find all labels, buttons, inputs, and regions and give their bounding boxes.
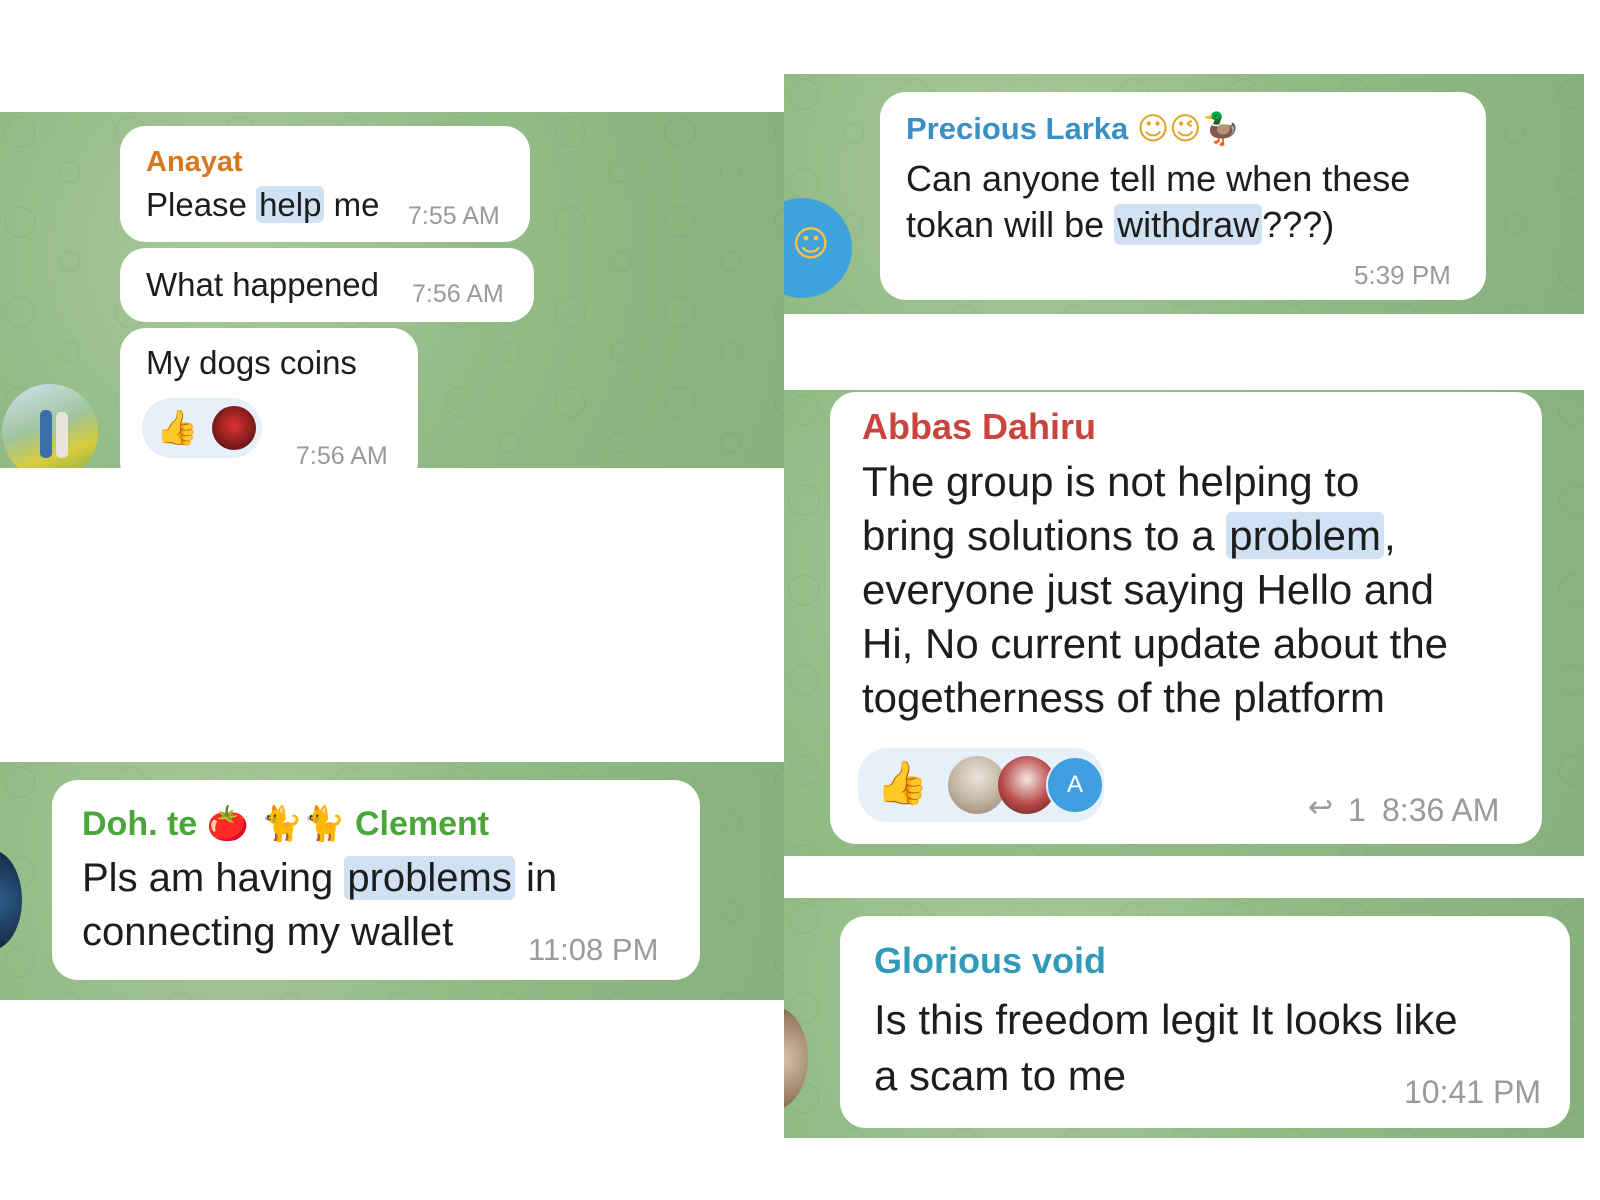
avatar-person — [40, 410, 52, 458]
message-text: What happened — [146, 266, 380, 303]
message-text: connecting my wallet — [82, 910, 454, 954]
message-bubble[interactable]: My dogs coins 👍 7:56 AM — [120, 328, 418, 468]
sender-emoji: 🍅 🐈🐈 — [206, 804, 346, 844]
avatar[interactable] — [784, 1006, 808, 1110]
sender-name[interactable]: Doh. te 🍅 🐈🐈 Clement — [82, 804, 489, 844]
chat-panel-abbas: Abbas Dahiru The group is not helping to… — [784, 390, 1584, 856]
message-text: Please help me — [146, 186, 379, 224]
text-segment: me — [324, 186, 380, 223]
sender-name-text: Precious Larka — [906, 111, 1129, 146]
message-text: everyone just saying Hello and — [862, 566, 1435, 613]
message-text: a scam to me — [874, 1052, 1127, 1099]
avatar-person — [56, 412, 68, 458]
message-text: Pls am having problems in — [82, 856, 557, 901]
message-bubble[interactable]: Glorious void Is this freedom legit It l… — [840, 916, 1570, 1128]
text-segment: bring solutions to a — [862, 512, 1227, 559]
chat-panel-precious: ☺ Precious Larka ☺😉🦆 Can anyone tell me … — [784, 74, 1584, 314]
text-segment: Pls am having — [82, 856, 345, 900]
avatar[interactable]: ☺ — [784, 198, 852, 298]
search-highlight: problems — [344, 856, 515, 900]
sender-name-text: Doh. te — [82, 805, 198, 843]
reply-arrow-icon[interactable]: ↩ — [1308, 790, 1333, 825]
search-highlight: help — [256, 186, 325, 223]
message-bubble[interactable]: Anayat Please help me 7:55 AM — [120, 126, 530, 242]
message-time: 7:55 AM — [408, 202, 500, 230]
search-highlight: problem — [1226, 512, 1384, 559]
message-text: The group is not helping to — [862, 458, 1360, 505]
message-time: 10:41 PM — [1404, 1074, 1541, 1110]
search-highlight: withdraw — [1114, 204, 1263, 245]
text-segment: , — [1383, 512, 1396, 559]
chat-panel-anayat: Anayat Please help me 7:55 AM What happe… — [0, 112, 784, 468]
sender-name[interactable]: Glorious void — [874, 940, 1106, 982]
message-bubble[interactable]: Abbas Dahiru The group is not helping to… — [830, 392, 1542, 844]
sender-name-text: Clement — [354, 805, 490, 843]
sender-name[interactable]: Anayat — [146, 146, 243, 179]
message-time: 7:56 AM — [296, 442, 388, 468]
chat-panel-doh: Doh. te 🍅 🐈🐈 Clement Pls am having probl… — [0, 762, 784, 1000]
reactor-avatar-letter: A — [1046, 756, 1104, 814]
text-segment: tokan will be — [906, 204, 1115, 245]
sender-name[interactable]: Precious Larka ☺😉🦆 — [906, 110, 1240, 147]
text-segment: ???) — [1262, 204, 1335, 245]
message-text: tokan will be withdraw???) — [906, 204, 1334, 246]
thumbs-up-icon: 👍 — [156, 408, 199, 448]
reaction-chip[interactable]: 👍 A — [858, 748, 1104, 822]
message-bubble[interactable]: Doh. te 🍅 🐈🐈 Clement Pls am having probl… — [52, 780, 700, 980]
message-text: Can anyone tell me when these — [906, 158, 1411, 199]
message-text: My dogs coins — [146, 344, 357, 381]
message-time: 8:36 AM — [1382, 792, 1500, 828]
avatar[interactable] — [0, 850, 22, 950]
text-segment: Please — [146, 186, 257, 223]
smiling-face-icon: ☺ — [792, 224, 830, 265]
message-text: Hi, No current update about the — [862, 620, 1449, 667]
message-text: bring solutions to a problem, — [862, 512, 1396, 560]
thumbs-up-icon: 👍 — [876, 758, 929, 807]
message-text: Is this freedom legit It looks like — [874, 996, 1458, 1043]
message-time: 11:08 PM — [528, 932, 659, 967]
red-avatar-icon — [212, 406, 256, 450]
message-text: togetherness of the platform — [862, 674, 1385, 721]
message-bubble[interactable]: What happened 7:56 AM — [120, 248, 534, 322]
message-time: 7:56 AM — [412, 280, 504, 308]
sender-emoji: ☺😉🦆 — [1136, 111, 1241, 147]
sender-name[interactable]: Abbas Dahiru — [862, 406, 1096, 448]
reply-count[interactable]: 1 — [1348, 792, 1366, 829]
message-bubble[interactable]: Precious Larka ☺😉🦆 Can anyone tell me wh… — [880, 92, 1486, 300]
avatar[interactable] — [2, 384, 98, 468]
reaction-chip[interactable]: 👍 — [142, 398, 262, 458]
text-segment: in — [514, 856, 558, 900]
message-time: 5:39 PM — [1354, 260, 1451, 290]
chat-panel-glorious: Glorious void Is this freedom legit It l… — [784, 898, 1584, 1138]
